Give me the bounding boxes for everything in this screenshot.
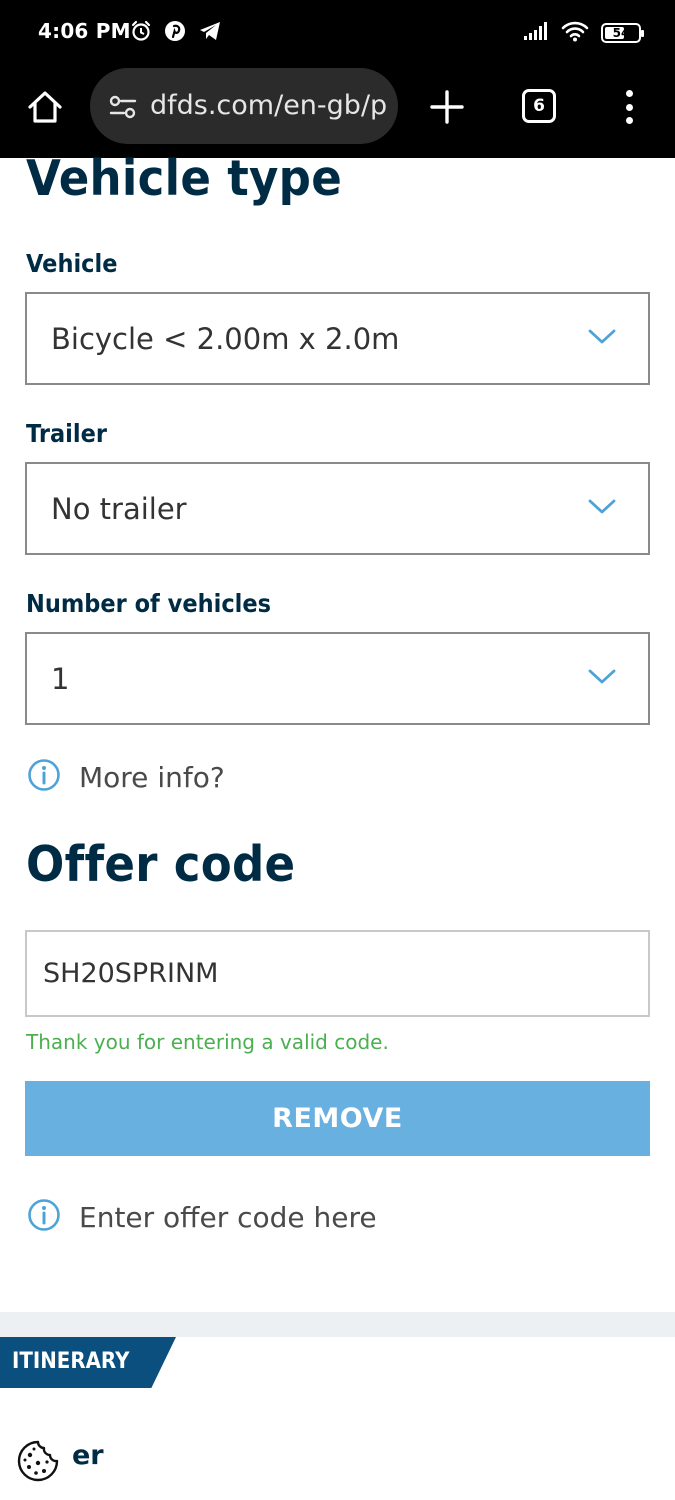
chevron-down-icon [588,668,616,691]
vehicle-select-value: Bicycle < 2.00m x 2.0m [51,322,400,356]
offer-code-input[interactable]: SH20SPRINM [25,930,650,1017]
cookie-settings-button[interactable] [16,1439,60,1483]
site-settings-icon[interactable] [108,94,138,125]
plus-icon [430,90,464,124]
alarm-icon [130,20,152,47]
battery-icon: 54 [601,23,644,43]
offer-code-heading: Offer code [26,836,296,893]
address-bar[interactable]: dfds.com/en-gb/p [90,68,398,144]
enter-offer-code-text: Enter offer code here [79,1201,377,1234]
menu-dot [625,117,633,124]
vehicle-label: Vehicle [26,249,118,278]
new-tab-button[interactable] [426,86,468,128]
more-info-link[interactable]: More info? [27,758,225,797]
info-icon [27,758,61,797]
vehicle-count-label: Number of vehicles [26,589,272,618]
telegram-icon [198,20,222,47]
status-bar: 4:06 PM 54 [0,0,675,64]
itinerary-tab[interactable]: ITINERARY [0,1337,176,1388]
system-icons: 54 [523,20,644,47]
trailer-label: Trailer [26,419,107,448]
info-icon [27,1198,61,1237]
trailer-select-value: No trailer [51,492,187,526]
vehicle-select[interactable]: Bicycle < 2.00m x 2.0m [25,292,650,385]
vehicle-count-value: 1 [51,662,70,696]
chevron-down-icon [588,328,616,351]
home-icon [28,91,62,123]
itinerary-partial-heading: er [72,1440,104,1471]
notification-icons [130,20,222,46]
menu-dot [625,103,633,111]
vehicle-type-heading: Vehicle type [26,150,343,207]
chevron-down-icon [588,498,616,521]
more-info-text: More info? [79,761,225,794]
status-time: 4:06 PM [38,19,131,43]
battery-level: 54 [612,26,630,40]
url-text: dfds.com/en-gb/p [150,90,388,121]
tab-switcher-button[interactable]: 6 [522,89,556,123]
section-divider [0,1312,675,1337]
trailer-select[interactable]: No trailer [25,462,650,555]
browser-menu-button[interactable] [617,86,641,128]
vehicle-count-select[interactable]: 1 [25,632,650,725]
pinterest-icon [164,20,186,47]
cookie-icon [17,1440,59,1482]
itinerary-tab-label: ITINERARY [12,1349,130,1374]
remove-offer-button[interactable]: REMOVE [25,1081,650,1156]
home-button[interactable] [24,86,66,128]
signal-icon [523,21,549,46]
enter-offer-code-link[interactable]: Enter offer code here [27,1198,377,1237]
valid-code-message: Thank you for entering a valid code. [26,1030,389,1054]
wifi-icon [561,20,589,47]
menu-dot [625,90,633,97]
browser-toolbar: dfds.com/en-gb/p 6 [0,64,675,158]
